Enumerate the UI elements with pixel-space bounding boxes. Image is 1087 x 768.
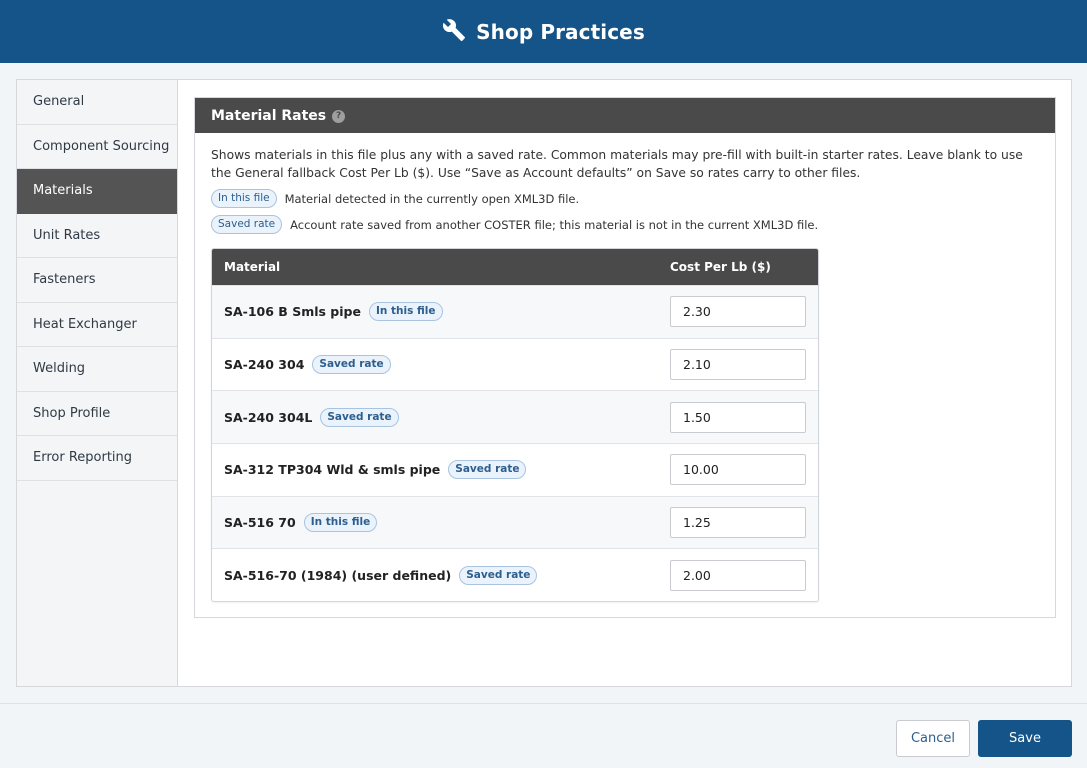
status-badge: Saved rate — [312, 355, 391, 375]
dialog-footer: Cancel Save — [0, 703, 1087, 768]
status-badge: Saved rate — [459, 565, 538, 585]
material-name: SA-240 304 — [224, 357, 305, 373]
legend-text: Material detected in the currently open … — [284, 191, 580, 206]
save-button[interactable]: Save — [978, 720, 1072, 757]
table-row: SA-516 70 In this file — [212, 495, 818, 549]
section-description: Shows materials in this file plus any wi… — [211, 148, 1023, 180]
sidebar-item-component-sourcing[interactable]: Component Sourcing — [17, 125, 177, 169]
material-name: SA-312 TP304 Wld & smls pipe — [224, 462, 441, 478]
saved-rate-badge: Saved rate — [211, 215, 283, 234]
table-row: SA-240 304 Saved rate — [212, 337, 818, 391]
cost-per-lb-input[interactable] — [670, 296, 806, 328]
legend-saved-rate: Saved rate Account rate saved from anoth… — [211, 215, 818, 234]
sidebar-item-label: Error Reporting — [33, 450, 133, 466]
legend-in-this-file: In this file Material detected in the cu… — [211, 189, 579, 208]
table-row: SA-312 TP304 Wld & smls pipe Saved rate — [212, 443, 818, 496]
table-header: Material Cost Per Lb ($) — [212, 249, 818, 285]
sidebar-item-label: Shop Profile — [33, 405, 111, 421]
status-badge: Saved rate — [320, 407, 399, 427]
cost-per-lb-input[interactable] — [670, 507, 806, 539]
section-title: Material Rates — [211, 107, 327, 124]
table-row: SA-106 B Smls pipe In this file — [212, 285, 818, 338]
cost-per-lb-input[interactable] — [670, 349, 806, 381]
help-icon[interactable]: ? — [332, 109, 346, 123]
sidebar-item-unit-rates[interactable]: Unit Rates — [17, 214, 177, 258]
sidebar-item-fasteners[interactable]: Fasteners — [17, 258, 177, 303]
material-name: SA-516 70 — [224, 515, 296, 531]
material-name: SA-240 304L — [224, 409, 313, 425]
sidebar-item-welding[interactable]: Welding — [17, 347, 177, 392]
cost-per-lb-input[interactable] — [670, 454, 806, 486]
sidebar-item-label: Welding — [33, 361, 86, 377]
material-rates-panel: Material Rates ? Shows materials in this… — [194, 97, 1056, 618]
material-rates-table: Material Cost Per Lb ($) SA-106 B Smls p… — [211, 248, 819, 603]
sidebar-item-label: Unit Rates — [33, 227, 101, 243]
status-badge: In this file — [303, 513, 378, 533]
table-row: SA-240 304L Saved rate — [212, 390, 818, 444]
sidebar: General Component Sourcing Materials Uni… — [17, 80, 178, 686]
sidebar-item-label: General — [33, 94, 85, 110]
settings-dialog: General Component Sourcing Materials Uni… — [16, 79, 1072, 687]
title-bar: Shop Practices — [0, 0, 1087, 63]
legend-text: Account rate saved from another COSTER f… — [290, 217, 819, 232]
cost-per-lb-input[interactable] — [670, 559, 806, 591]
column-header-material: Material — [224, 260, 281, 274]
sidebar-item-materials[interactable]: Materials — [17, 169, 177, 214]
sidebar-item-label: Materials — [33, 183, 93, 199]
sidebar-item-label: Fasteners — [33, 272, 96, 288]
section-header: Material Rates ? — [195, 98, 1055, 133]
sidebar-item-label: Component Sourcing — [33, 138, 170, 154]
in-this-file-badge: In this file — [211, 189, 277, 208]
table-body: SA-106 B Smls pipe In this file SA-240 30… — [212, 285, 818, 601]
wrench-icon — [442, 18, 466, 46]
sidebar-item-general[interactable]: General — [17, 80, 177, 125]
sidebar-item-label: Heat Exchanger — [33, 316, 137, 332]
status-badge: Saved rate — [448, 460, 527, 480]
sidebar-item-shop-profile[interactable]: Shop Profile — [17, 392, 177, 436]
material-name: SA-106 B Smls pipe — [224, 304, 361, 320]
status-badge: In this file — [368, 302, 443, 322]
material-name: SA-516-70 (1984) (user defined) — [224, 567, 452, 583]
cancel-button[interactable]: Cancel — [896, 720, 970, 757]
sidebar-item-error-reporting[interactable]: Error Reporting — [17, 436, 177, 481]
cost-per-lb-input[interactable] — [670, 401, 806, 433]
table-row: SA-516-70 (1984) (user defined) Saved rat… — [212, 548, 818, 601]
sidebar-item-heat-exchanger[interactable]: Heat Exchanger — [17, 303, 177, 347]
column-header-cost: Cost Per Lb ($) — [670, 260, 771, 274]
window-title: Shop Practices — [476, 19, 645, 44]
